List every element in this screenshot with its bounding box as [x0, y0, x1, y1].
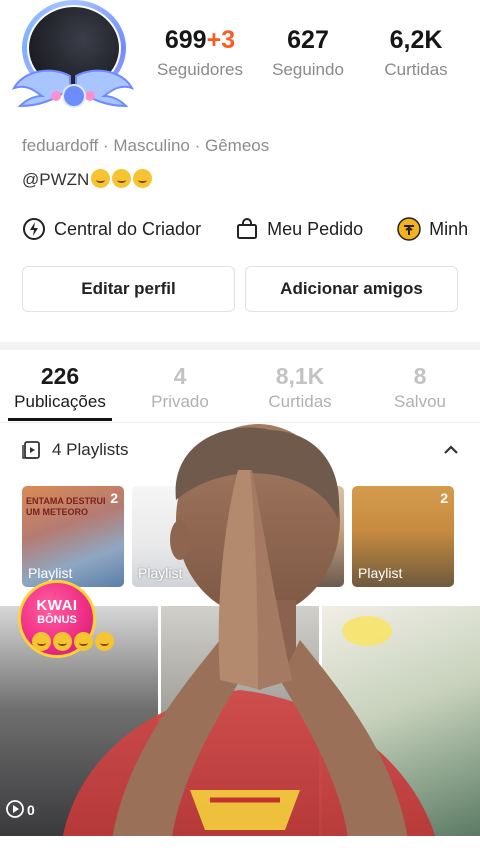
pleading-face-emoji-icon [32, 632, 51, 651]
video-thumbnail[interactable] [322, 606, 480, 836]
playlist-thumb-caption: ENTAMA DESTRUI UM METEORO [26, 496, 106, 517]
creator-center-shortcut[interactable]: Central do Criador [22, 214, 201, 244]
kwai-badge-emojis [30, 632, 114, 653]
new-followers-count: +3 [206, 26, 236, 54]
play-count-icon [6, 800, 24, 818]
tab-private[interactable]: 4 Privado [120, 360, 240, 412]
profile-stats: 699+3 Seguidores 627 Seguindo 6,2K Curti… [146, 22, 470, 80]
playlist-label: Playlist [358, 565, 403, 581]
following-label: Seguindo [272, 60, 344, 79]
creator-center-label: Central do Criador [54, 218, 202, 239]
video-view-count: 0 [27, 802, 35, 818]
playlists-header[interactable]: 4 Playlists [22, 440, 460, 460]
chevron-up-icon[interactable] [442, 441, 460, 459]
profile-info-line: feduardoff · Masculino · Gêmeos [22, 136, 270, 155]
tab-publications[interactable]: 226 Publicações [0, 360, 120, 412]
playlist-card[interactable] [242, 486, 344, 587]
playlist-label: Playlist [138, 565, 183, 581]
tab-count: 8,1K [275, 363, 325, 389]
profile-action-buttons: Editar perfil Adicionar amigos [22, 266, 458, 312]
tab-count: 8 [413, 363, 427, 389]
pleading-face-emoji-icon [112, 169, 132, 188]
playlist-label: Playlist [28, 565, 73, 581]
profile-bio: @PWZN [22, 169, 153, 190]
tab-label: Privado [151, 392, 209, 411]
pleading-face-emoji-icon [95, 632, 114, 651]
kwai-badge-subtitle: BÔNUS [37, 614, 77, 626]
section-divider [0, 342, 480, 350]
pleading-face-emoji-icon [91, 169, 111, 188]
shopping-bag-icon [237, 218, 258, 239]
profile-avatar[interactable] [12, 0, 134, 112]
tab-label: Publicações [14, 392, 106, 411]
followers-count: 699+3 [164, 26, 236, 54]
playlist-icon [22, 441, 40, 459]
bottom-safe-area [0, 836, 480, 854]
tab-likes[interactable]: 8,1K Curtidas [240, 360, 360, 412]
stat-likes[interactable]: 6,2K Curtidas [362, 22, 470, 80]
add-friends-button[interactable]: Adicionar amigos [245, 266, 458, 312]
wallet-label: Minh [429, 218, 469, 239]
playlists-title: 4 Playlists [52, 440, 129, 459]
following-count: 627 [287, 26, 329, 54]
tab-label: Curtidas [268, 392, 332, 411]
tab-label: Salvou [394, 392, 446, 411]
stat-followers[interactable]: 699+3 Seguidores [146, 22, 254, 80]
kwai-badge-title: KWAI [36, 597, 78, 614]
playlist-card[interactable]: ENTAMA DESTRUI UM METEORO 2 Playlist [22, 486, 124, 587]
coin-icon [397, 217, 421, 241]
likes-count: 6,2K [389, 26, 443, 54]
playlist-cards: ENTAMA DESTRUI UM METEORO 2 Playlist Pla… [22, 486, 454, 587]
tabs-divider [0, 422, 480, 423]
playlist-card[interactable]: 2 Playlist [352, 486, 454, 587]
shortcut-row: Central do Criador Meu Pedido Minh [22, 214, 480, 244]
playlist-count: 2 [110, 490, 118, 506]
pleading-face-emoji-icon [53, 632, 72, 651]
tab-count: 226 [40, 363, 80, 389]
playlist-card[interactable]: Playlist [132, 486, 234, 587]
tab-saved[interactable]: 8 Salvou [360, 360, 480, 412]
likes-label: Curtidas [384, 60, 448, 79]
tab-count: 4 [173, 363, 187, 389]
content-tabs: 226 Publicações 4 Privado 8,1K Curtidas … [0, 360, 480, 412]
frame-gem-icon [62, 84, 86, 108]
pleading-face-emoji-icon [74, 632, 93, 651]
active-tab-indicator [8, 418, 112, 421]
my-orders-label: Meu Pedido [267, 218, 364, 239]
my-orders-shortcut[interactable]: Meu Pedido [235, 214, 363, 244]
followers-label: Seguidores [156, 60, 243, 79]
stat-following[interactable]: 627 Seguindo [254, 22, 362, 80]
wallet-shortcut[interactable]: Minh [397, 214, 468, 244]
pleading-face-emoji-icon [133, 169, 153, 188]
edit-profile-button[interactable]: Editar perfil [22, 266, 235, 312]
video-thumbnail[interactable] [161, 606, 319, 836]
playlist-count: 2 [440, 490, 448, 506]
flower-decoration [342, 616, 392, 646]
bio-handle-text: @PWZN [22, 170, 90, 189]
lightning-circle-icon [23, 218, 45, 240]
